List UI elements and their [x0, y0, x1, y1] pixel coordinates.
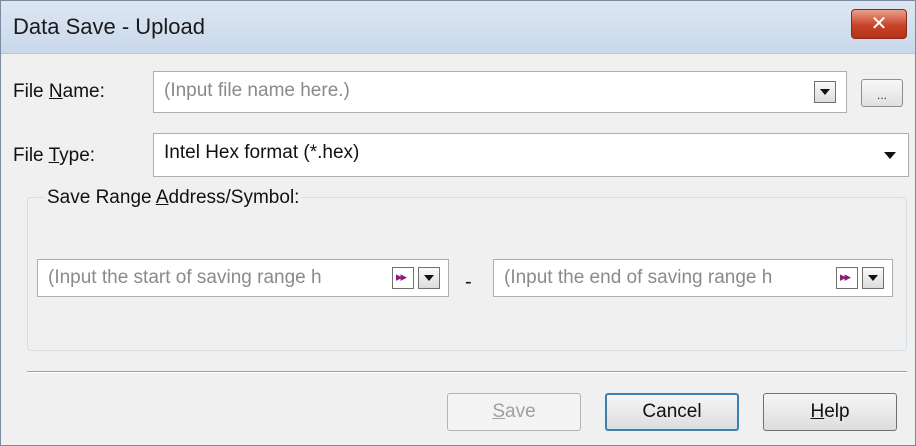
file-name-label-prefix: File — [13, 81, 49, 102]
save-range-label-accel: A — [155, 187, 169, 208]
file-type-label-prefix: File — [13, 145, 49, 166]
file-name-label-accel: N — [48, 81, 63, 102]
symbol-icon: ▸▸ — [840, 269, 851, 284]
save-range-label-prefix: Save Range — [47, 187, 156, 208]
help-button-accel: H — [810, 401, 825, 422]
file-name-label-suffix: ame: — [62, 81, 105, 102]
cancel-button[interactable]: Cancel — [605, 393, 739, 431]
close-button[interactable]: ✕ — [851, 9, 907, 39]
data-save-dialog: Data Save - Upload ✕ File Name: (Input f… — [0, 0, 916, 446]
save-range-group-label: Save Range Address/Symbol: — [45, 187, 302, 209]
window-title: Data Save - Upload — [13, 14, 205, 39]
chevron-down-icon — [868, 275, 878, 281]
file-type-value: Intel Hex format (*.hex) — [164, 142, 360, 163]
range-end-dropdown-button[interactable] — [862, 267, 884, 289]
footer-separator — [27, 371, 907, 373]
range-start-dropdown-button[interactable] — [418, 267, 440, 289]
range-separator: - — [465, 271, 472, 293]
chevron-down-icon — [884, 152, 896, 159]
range-start-combo[interactable]: (Input the start of saving range h ▸▸ — [37, 259, 449, 297]
file-name-dropdown-button[interactable] — [814, 81, 836, 103]
save-button-accel: S — [492, 401, 506, 422]
range-start-symbol-button[interactable]: ▸▸ — [392, 267, 414, 289]
help-button-label: elp — [824, 401, 850, 422]
chevron-down-icon — [424, 275, 434, 281]
save-button-label: ave — [505, 401, 536, 422]
title-bar: Data Save - Upload ✕ — [1, 1, 915, 54]
symbol-icon: ▸▸ — [396, 269, 407, 284]
file-type-label: File Type: — [13, 145, 95, 167]
range-end-symbol-button[interactable]: ▸▸ — [836, 267, 858, 289]
range-end-input[interactable]: (Input the end of saving range h — [504, 267, 772, 289]
file-type-select[interactable]: Intel Hex format (*.hex) — [153, 133, 909, 177]
file-type-label-suffix: ype: — [59, 145, 96, 166]
save-range-label-suffix: ddress/Symbol: — [168, 187, 300, 208]
browse-button[interactable]: ... — [861, 79, 903, 107]
file-name-label: File Name: — [13, 81, 105, 103]
file-type-label-accel: T — [48, 145, 60, 166]
file-name-input[interactable]: (Input file name here.) — [164, 80, 350, 102]
range-end-combo[interactable]: (Input the end of saving range h ▸▸ — [493, 259, 893, 297]
save-button[interactable]: Save — [447, 393, 581, 431]
help-button[interactable]: Help — [763, 393, 897, 431]
range-start-input[interactable]: (Input the start of saving range h — [48, 267, 322, 289]
chevron-down-icon — [820, 89, 830, 95]
file-name-combo[interactable]: (Input file name here.) — [153, 71, 847, 113]
